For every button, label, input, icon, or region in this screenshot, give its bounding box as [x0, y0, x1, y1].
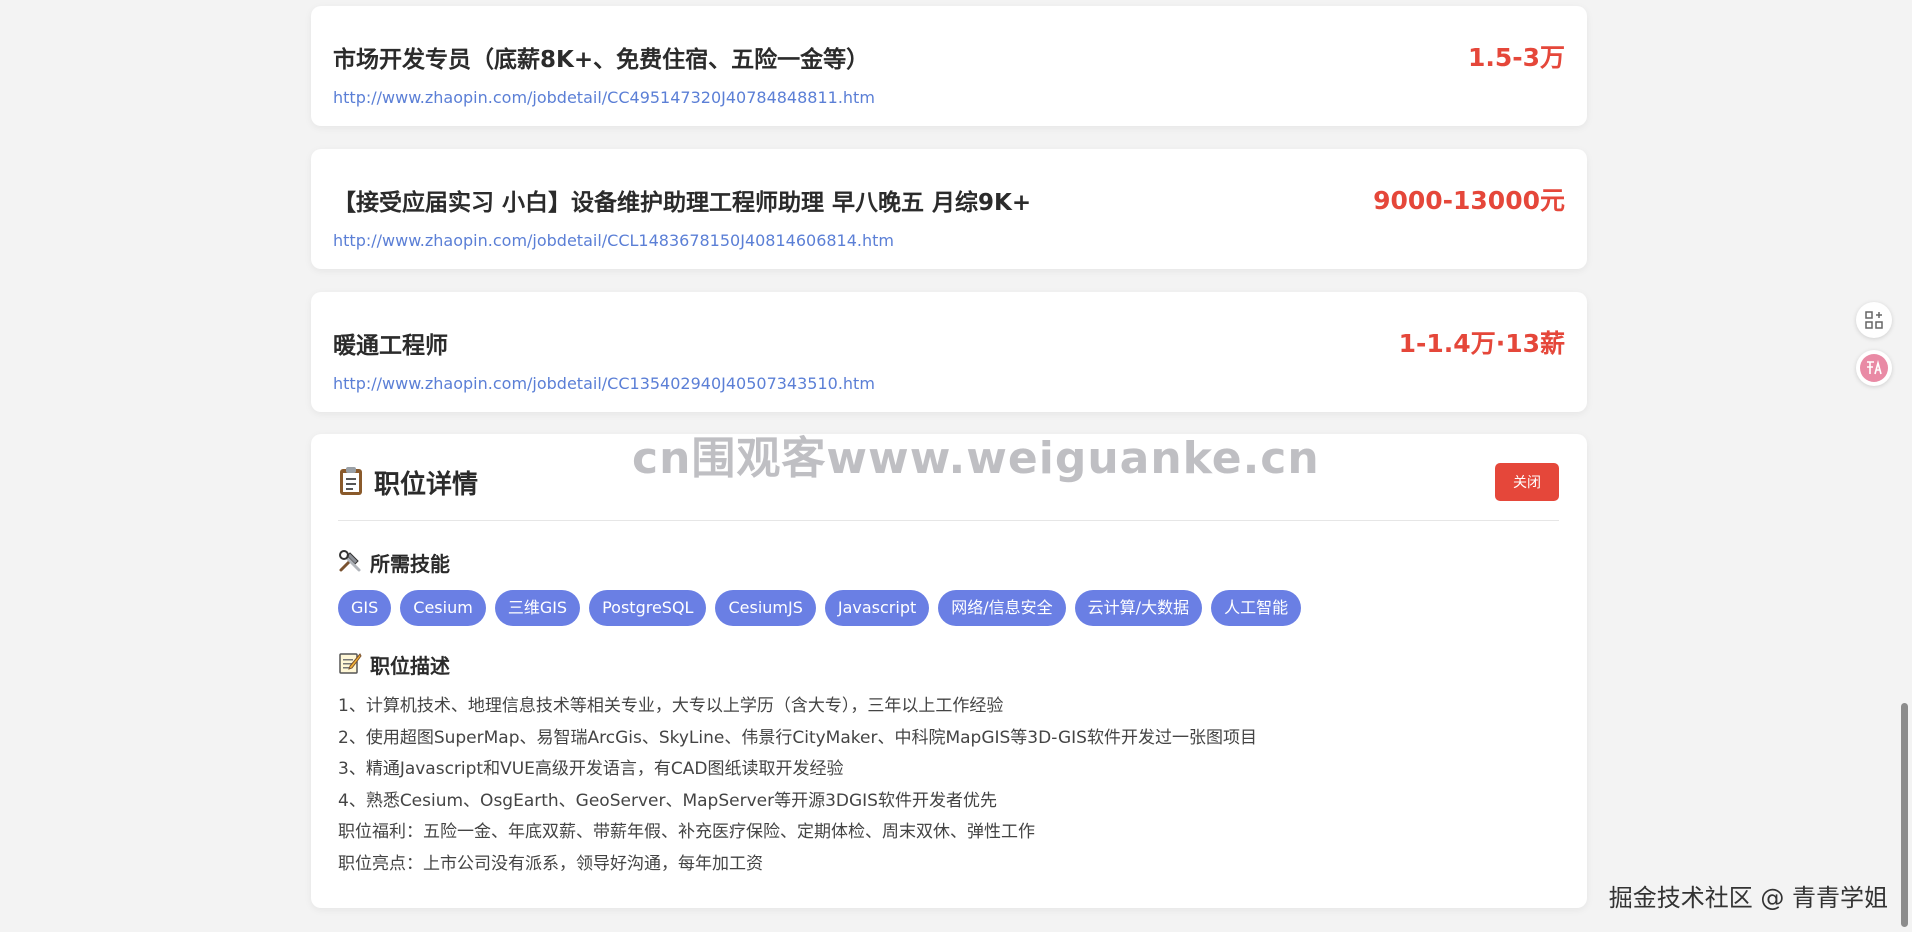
- job-salary: 9000-13000元: [1373, 186, 1565, 215]
- description-line: 职位福利：五险一金、年底双薪、带薪年假、补充医疗保险、定期体检、周末双休、弹性工…: [338, 822, 1035, 842]
- skills-heading: 所需技能: [338, 548, 450, 577]
- description-line: 1、计算机技术、地理信息技术等相关专业，大专以上学历（含大专），三年以上工作经验: [338, 696, 1004, 716]
- description-line: 职位亮点：上市公司没有派系，领导好沟通，每年加工资: [338, 853, 763, 874]
- job-card[interactable]: 【接受应届实习 小白】设备维护助理工程师助理 早八晚五 月综9K+ http:/…: [311, 149, 1587, 269]
- job-link[interactable]: http://www.zhaopin.com/jobdetail/CCL1483…: [333, 231, 894, 250]
- skill-tag[interactable]: 三维GIS: [494, 590, 581, 626]
- skill-tag[interactable]: Javascript: [824, 590, 930, 626]
- description-line: 2、使用超图SuperMap、易智瑞ArcGis、SkyLine、伟景行City…: [338, 727, 1257, 748]
- memo-icon: [338, 651, 362, 679]
- job-salary: 1-1.4万·13薪: [1398, 329, 1565, 358]
- description-heading: 职位描述: [338, 650, 450, 679]
- skill-tag[interactable]: CesiumJS: [715, 590, 816, 626]
- job-card[interactable]: 市场开发专员（底薪8K+、免费住宿、五险一金等） http://www.zhao…: [311, 6, 1587, 126]
- close-button[interactable]: 关闭: [1495, 463, 1559, 501]
- job-description: 1、计算机技术、地理信息技术等相关专业，大专以上学历（含大专），三年以上工作经验…: [338, 691, 1257, 880]
- grid-plus-icon[interactable]: [1856, 302, 1892, 338]
- skill-tag[interactable]: 人工智能: [1211, 590, 1302, 626]
- job-card[interactable]: 暖通工程师 http://www.zhaopin.com/jobdetail/C…: [311, 292, 1587, 412]
- footer-credit: 掘金技术社区 @ 青青学姐: [1608, 884, 1888, 912]
- detail-header: 职位详情: [338, 464, 478, 501]
- job-link[interactable]: http://www.zhaopin.com/jobdetail/CC49514…: [333, 88, 875, 107]
- description-line: 4、熟悉Cesium、OsgEarth、GeoServer、MapServer等…: [338, 790, 997, 811]
- detail-title: 职位详情: [374, 470, 479, 500]
- skill-tags: GIS Cesium 三维GIS PostgreSQL CesiumJS Jav…: [338, 590, 1302, 626]
- job-salary: 1.5-3万: [1467, 43, 1565, 72]
- skills-title: 所需技能: [370, 552, 450, 576]
- skill-tag[interactable]: 云计算/大数据: [1074, 590, 1203, 626]
- scrollbar-thumb[interactable]: [1901, 703, 1908, 927]
- divider: [338, 520, 1559, 521]
- job-title: 【接受应届实习 小白】设备维护助理工程师助理 早八晚五 月综9K+: [333, 190, 1032, 216]
- job-link[interactable]: http://www.zhaopin.com/jobdetail/CC13540…: [333, 374, 875, 393]
- tools-icon: [338, 549, 362, 577]
- translate-icon[interactable]: [1856, 350, 1892, 386]
- job-title: 市场开发专员（底薪8K+、免费住宿、五险一金等）: [333, 47, 870, 73]
- skill-tag[interactable]: PostgreSQL: [589, 590, 707, 626]
- skill-tag[interactable]: 网络/信息安全: [938, 590, 1066, 626]
- description-title: 职位描述: [370, 654, 450, 678]
- job-detail-panel: 职位详情 关闭 所需技能 GIS Cesium 三维GIS PostgreSQL…: [311, 434, 1587, 908]
- job-title: 暖通工程师: [333, 333, 448, 359]
- skill-tag[interactable]: GIS: [338, 590, 392, 626]
- skill-tag[interactable]: Cesium: [400, 590, 486, 626]
- clipboard-icon: [338, 466, 364, 500]
- description-line: 3、精通Javascript和VUE高级开发语言，有CAD图纸读取开发经验: [338, 759, 844, 779]
